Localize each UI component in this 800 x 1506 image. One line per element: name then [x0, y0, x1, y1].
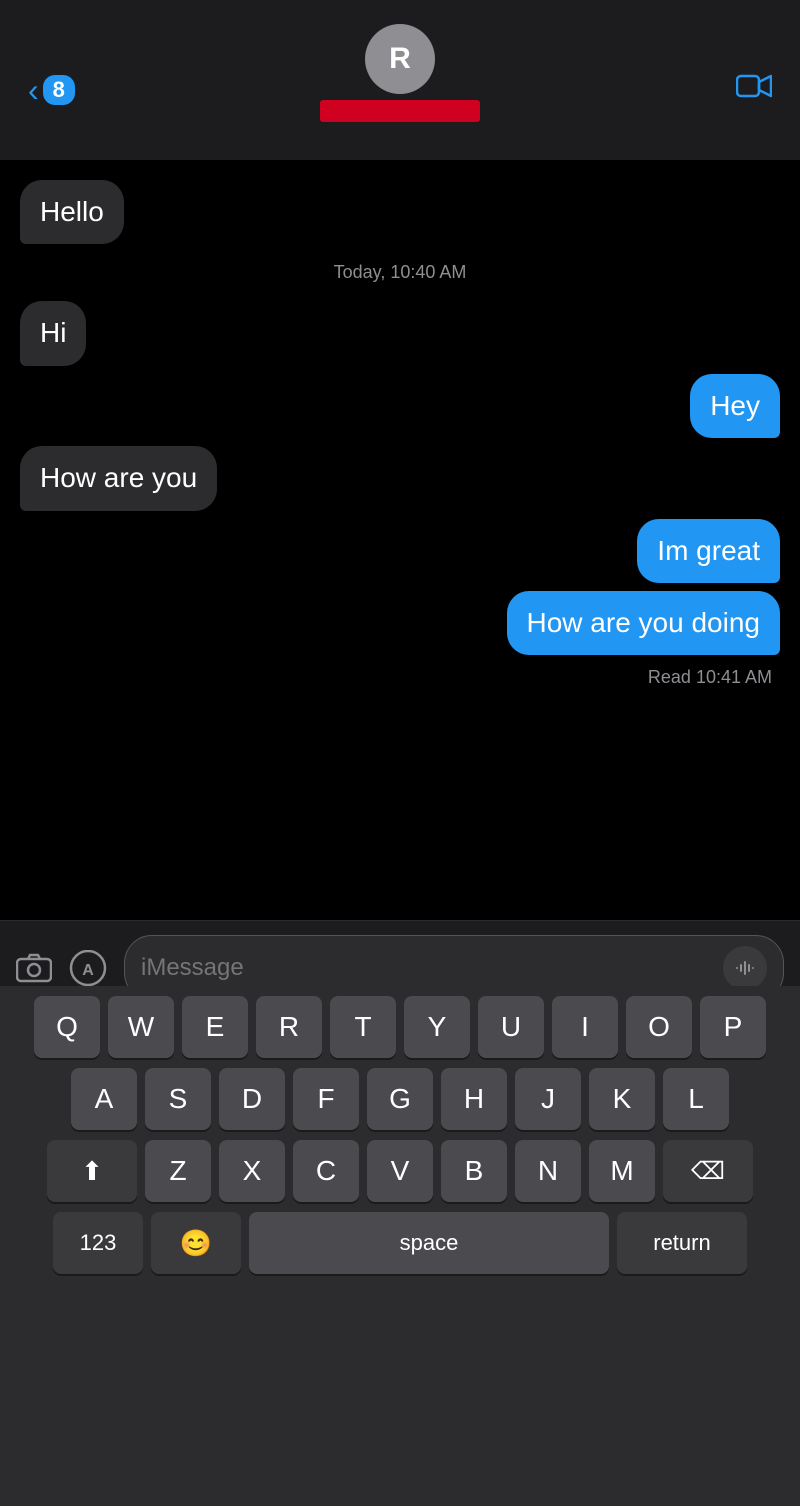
key-r[interactable]: R	[256, 996, 322, 1058]
delete-key[interactable]: ⌫	[663, 1140, 753, 1202]
message-row: How are you	[20, 446, 780, 510]
key-h[interactable]: H	[441, 1068, 507, 1130]
contact-name-bar	[320, 100, 480, 122]
message-row: Hi	[20, 301, 780, 365]
back-button[interactable]: ‹ 8	[28, 74, 75, 106]
camera-button[interactable]	[16, 953, 52, 983]
key-s[interactable]: S	[145, 1068, 211, 1130]
incoming-bubble: How are you	[20, 446, 217, 510]
key-i[interactable]: I	[552, 996, 618, 1058]
keyboard-row-4: 123 😊 space return	[6, 1212, 794, 1274]
keyboard-row-1: Q W E R T Y U I O P	[6, 996, 794, 1058]
key-o[interactable]: O	[626, 996, 692, 1058]
audio-button[interactable]	[723, 946, 767, 990]
key-l[interactable]: L	[663, 1068, 729, 1130]
key-u[interactable]: U	[478, 996, 544, 1058]
key-q[interactable]: Q	[34, 996, 100, 1058]
key-p[interactable]: P	[700, 996, 766, 1058]
key-d[interactable]: D	[219, 1068, 285, 1130]
timestamp: Today, 10:40 AM	[20, 252, 780, 293]
key-t[interactable]: T	[330, 996, 396, 1058]
key-c[interactable]: C	[293, 1140, 359, 1202]
incoming-bubble: Hello	[20, 180, 124, 244]
key-f[interactable]: F	[293, 1068, 359, 1130]
svg-text:A: A	[82, 962, 94, 979]
message-input[interactable]	[141, 954, 713, 982]
outgoing-bubble: Hey	[690, 374, 780, 438]
message-row: Hello	[20, 180, 780, 244]
space-key[interactable]: space	[249, 1212, 609, 1274]
keyboard: Q W E R T Y U I O P A S D F G H J K L ⬆ …	[0, 986, 800, 1506]
contact-info[interactable]: R	[320, 24, 480, 122]
message-row: Hey	[20, 374, 780, 438]
key-a[interactable]: A	[71, 1068, 137, 1130]
key-z[interactable]: Z	[145, 1140, 211, 1202]
incoming-bubble: Hi	[20, 301, 86, 365]
key-g[interactable]: G	[367, 1068, 433, 1130]
keyboard-row-2: A S D F G H J K L	[6, 1068, 794, 1130]
header: ‹ 8 R	[0, 0, 800, 160]
keyboard-row-3: ⬆ Z X C V B N M ⌫	[6, 1140, 794, 1202]
key-n[interactable]: N	[515, 1140, 581, 1202]
key-j[interactable]: J	[515, 1068, 581, 1130]
key-e[interactable]: E	[182, 996, 248, 1058]
message-row: How are you doing	[20, 591, 780, 655]
chat-area: Hello Today, 10:40 AM Hi Hey How are you…	[0, 160, 800, 920]
message-row: Im great	[20, 519, 780, 583]
key-k[interactable]: K	[589, 1068, 655, 1130]
outgoing-bubble: Im great	[637, 519, 780, 583]
read-receipt: Read 10:41 AM	[20, 663, 780, 692]
shift-key[interactable]: ⬆	[47, 1140, 137, 1202]
video-call-button[interactable]	[736, 72, 772, 108]
key-w[interactable]: W	[108, 996, 174, 1058]
apps-button[interactable]: A	[66, 950, 110, 986]
key-y[interactable]: Y	[404, 996, 470, 1058]
key-m[interactable]: M	[589, 1140, 655, 1202]
key-v[interactable]: V	[367, 1140, 433, 1202]
avatar: R	[365, 24, 435, 94]
key-b[interactable]: B	[441, 1140, 507, 1202]
key-x[interactable]: X	[219, 1140, 285, 1202]
emoji-key[interactable]: 😊	[151, 1212, 241, 1274]
back-badge: 8	[43, 75, 75, 105]
return-key[interactable]: return	[617, 1212, 747, 1274]
outgoing-bubble: How are you doing	[507, 591, 780, 655]
back-chevron-icon: ‹	[28, 74, 39, 106]
num-key[interactable]: 123	[53, 1212, 143, 1274]
